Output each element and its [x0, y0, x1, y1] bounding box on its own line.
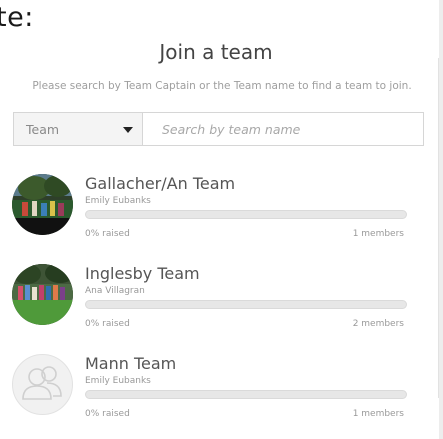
raised-percent: 0% raised [85, 229, 130, 239]
scrollbar-track[interactable] [439, 0, 443, 439]
team-name[interactable]: Inglesby Team [85, 264, 200, 283]
team-name[interactable]: Mann Team [85, 354, 176, 373]
team-avatar[interactable] [12, 174, 73, 235]
modal-title: Join a team [159, 40, 273, 64]
search-type-value: Team [26, 122, 60, 137]
raised-percent: 0% raised [85, 409, 130, 419]
team-name[interactable]: Gallacher/An Team [85, 174, 235, 193]
fundraising-progress-bar [85, 300, 407, 309]
team-captain: Ana Villagran [85, 286, 145, 296]
team-list-item[interactable]: Mann Team Emily Eubanks 0% raised 1 memb… [0, 354, 430, 439]
raised-percent: 0% raised [85, 319, 130, 329]
team-list-item[interactable]: Inglesby Team Ana Villagran 0% raised 2 … [0, 264, 430, 349]
team-photo [12, 264, 73, 325]
member-count: 1 members [352, 229, 404, 239]
team-search-input[interactable] [144, 113, 423, 145]
fundraising-progress-bar [85, 390, 407, 399]
team-captain: Emily Eubanks [85, 196, 151, 206]
member-count: 1 members [352, 409, 404, 419]
search-type-select[interactable]: Team [14, 113, 143, 145]
modal-edge-divider [438, 58, 439, 398]
background-page-text: te: [0, 2, 34, 33]
fundraising-progress-bar [85, 210, 407, 219]
group-placeholder-icon [22, 366, 62, 400]
caret-down-icon [123, 127, 133, 133]
team-avatar[interactable] [12, 264, 73, 325]
member-count: 2 members [352, 319, 404, 329]
search-row: Team [13, 112, 424, 146]
team-avatar[interactable] [12, 354, 73, 415]
team-photo [12, 174, 73, 235]
team-list-item[interactable]: Gallacher/An Team Emily Eubanks 0% raise… [0, 174, 430, 259]
modal-instructions: Please search by Team Captain or the Tea… [32, 80, 412, 92]
team-captain: Emily Eubanks [85, 376, 151, 386]
